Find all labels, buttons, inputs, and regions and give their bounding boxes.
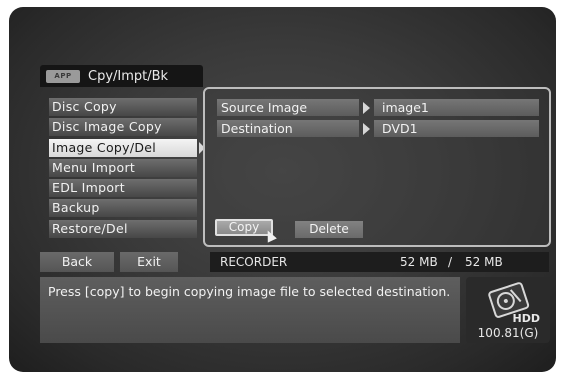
menu-item-backup[interactable]: Backup xyxy=(49,199,197,218)
side-menu: Disc Copy Disc Image Copy Image Copy/Del… xyxy=(49,98,205,240)
destination-value[interactable]: DVD1 xyxy=(374,120,539,137)
source-image-label: Source Image xyxy=(217,99,359,116)
destination-label: Destination xyxy=(217,120,359,137)
exit-button[interactable]: Exit xyxy=(120,252,178,272)
app-badge: APP xyxy=(46,69,80,83)
device-label: RECORDER xyxy=(220,255,288,269)
total-space: 52 MB xyxy=(465,255,503,269)
destination-row[interactable]: Destination DVD1 xyxy=(217,120,539,137)
hdd-capacity: 100.81(G) xyxy=(477,326,539,340)
back-button[interactable]: Back xyxy=(40,252,114,272)
status-bar: RECORDER 52 MB / 52 MB xyxy=(210,252,549,272)
menu-item-menu-import[interactable]: Menu Import xyxy=(49,158,197,177)
menu-item-disc-image-copy[interactable]: Disc Image Copy xyxy=(49,118,197,137)
settings-panel: Source Image image1 Destination DVD1 Cop… xyxy=(203,87,551,247)
menu-item-edl-import[interactable]: EDL Import xyxy=(49,179,197,198)
space-separator: / xyxy=(448,255,453,269)
arrow-right-icon xyxy=(363,101,370,114)
pointer-cursor-icon xyxy=(263,228,277,243)
delete-button[interactable]: Delete xyxy=(295,221,363,238)
used-space: 52 MB xyxy=(400,255,438,269)
menu-item-disc-copy[interactable]: Disc Copy xyxy=(49,98,197,116)
header-tab: APP Cpy/Impt/Bk xyxy=(40,65,203,87)
help-message: Press [copy] to begin copying image file… xyxy=(40,277,460,343)
footer-button-bar: Back Exit xyxy=(40,252,184,272)
recorder-screen: APP Cpy/Impt/Bk Disc Copy Disc Image Cop… xyxy=(9,7,556,372)
page-title: Cpy/Impt/Bk xyxy=(88,68,169,84)
hdd-indicator: HDD 100.81(G) xyxy=(466,277,550,343)
hdd-label: HDD xyxy=(512,312,540,325)
arrow-right-icon xyxy=(363,122,370,135)
source-image-value[interactable]: image1 xyxy=(374,99,539,116)
menu-item-image-copy-del[interactable]: Image Copy/Del xyxy=(49,138,205,157)
source-image-row[interactable]: Source Image image1 xyxy=(217,99,539,116)
menu-item-restore-del[interactable]: Restore/Del xyxy=(49,219,197,238)
